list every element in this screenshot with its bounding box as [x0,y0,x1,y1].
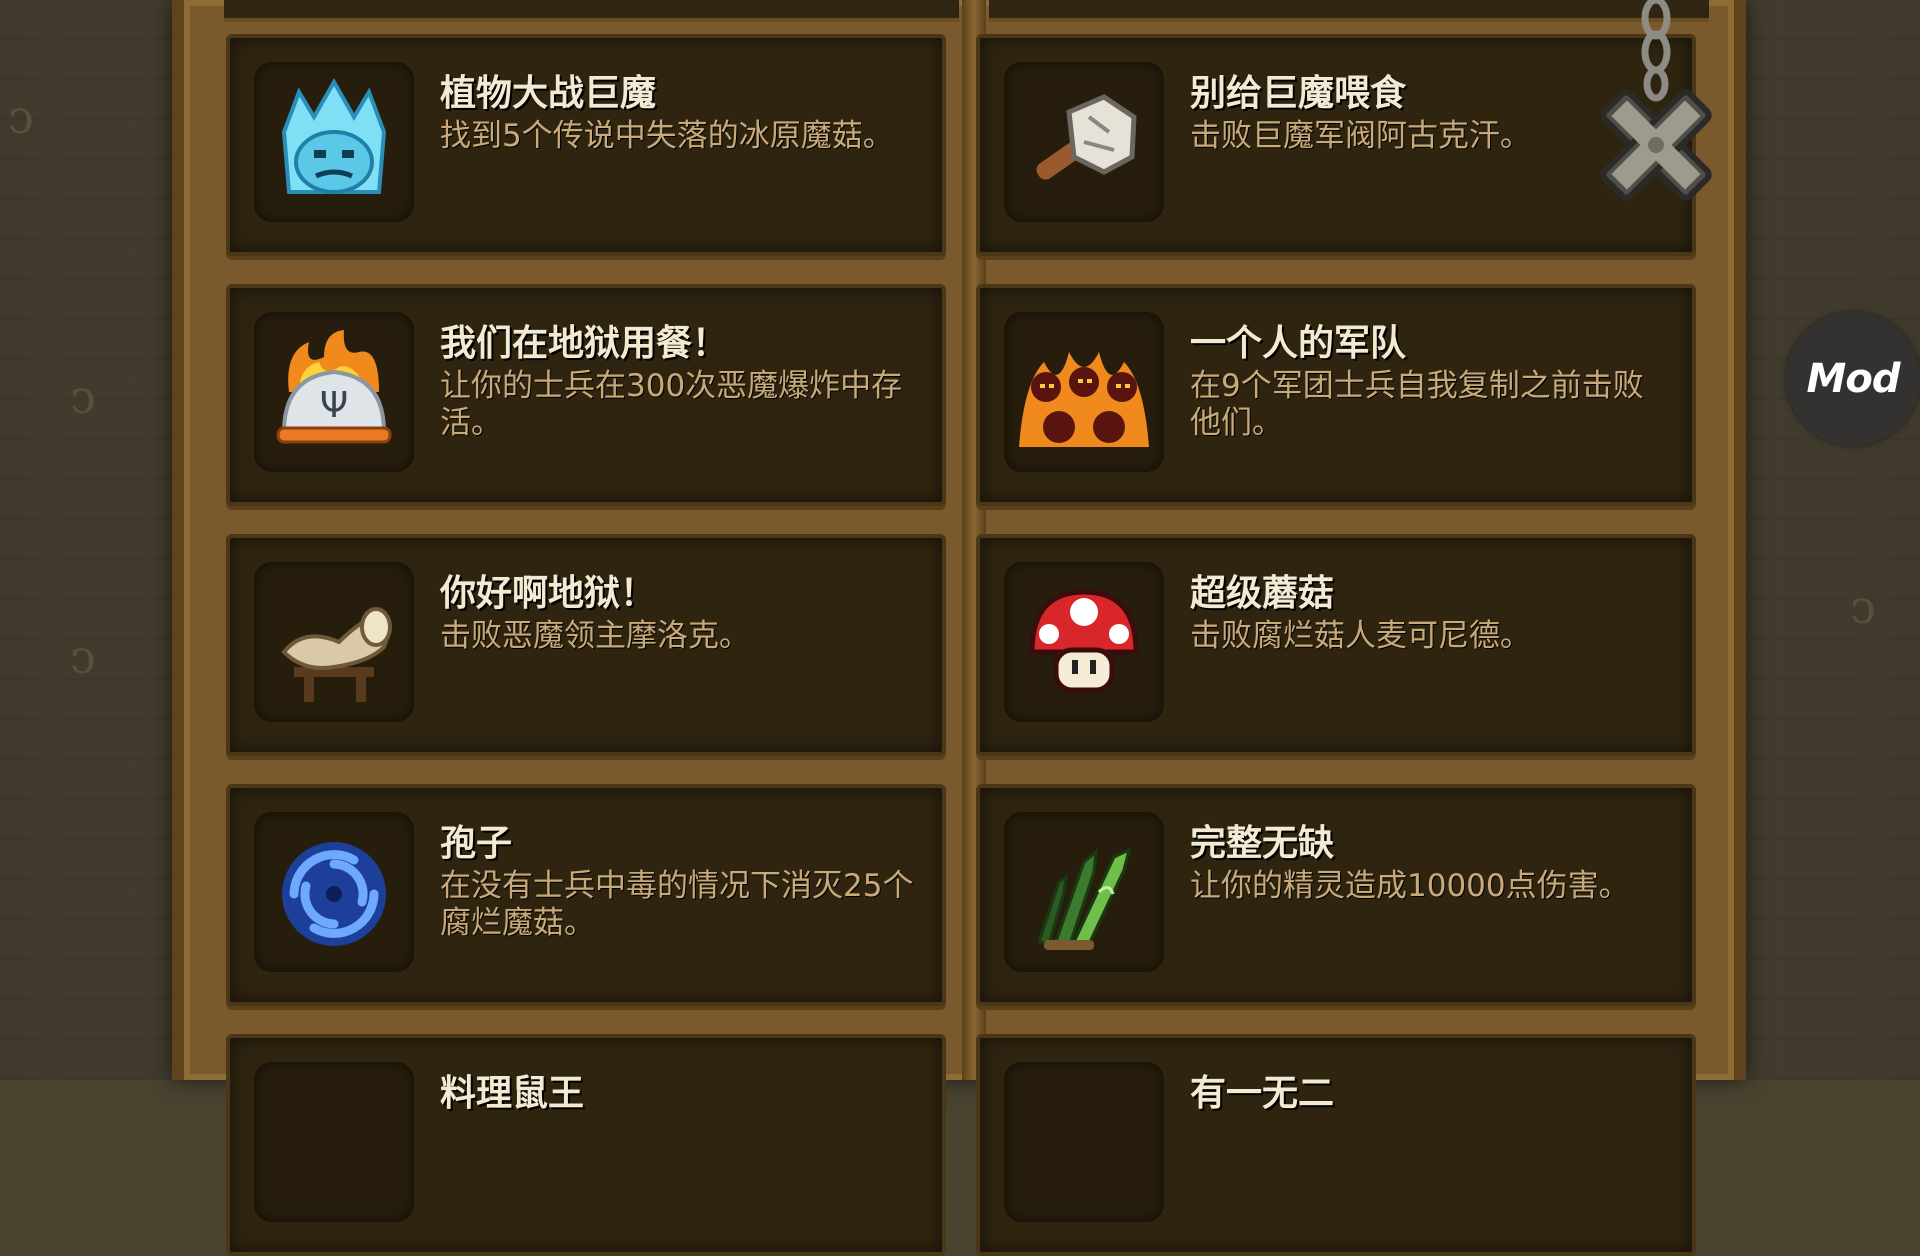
achievement-title: 植物大战巨魔 [440,73,657,114]
achievement-description: 找到5个传说中失落的冰原魔菇。 [440,118,894,154]
achievement-title: 别给巨魔喂食 [1190,73,1407,114]
achievement-card[interactable]: 料理鼠王 [226,1034,946,1256]
svg-text:Ψ: Ψ [320,385,348,426]
background-glyph: ↄ [70,630,96,684]
achievement-card[interactable]: 一个人的军队 在9个军团士兵自我复制之前击败他们。 [976,284,1696,506]
achievement-card[interactable]: 孢子 在没有士兵中毒的情况下消灭25个腐烂魔菇。 [226,784,946,1006]
mod-badge[interactable]: Mod [1786,312,1920,446]
achievement-description: 击败腐烂菇人麦可尼德。 [1190,618,1531,654]
achievement-title: 我们在地狱用餐！ [440,323,729,364]
achievement-title: 孢子 [440,823,513,864]
achievement-title: 料理鼠王 [440,1073,585,1114]
background-glyph: ↄ [8,90,34,144]
ice-golem-icon [254,62,414,222]
achievement-title: 有一无二 [1190,1073,1335,1114]
stone-club-icon [1004,62,1164,222]
achievement-card[interactable]: 完整无缺 让你的精灵造成10000点伤害。 [976,784,1696,1006]
achievement-title: 你好啊地狱！ [440,573,657,614]
blue-spiral-icon [254,812,414,972]
elven-blades-icon [1004,812,1164,972]
partial-icon [1004,1062,1164,1222]
red-mushroom-icon [1004,562,1164,722]
achievement-title: 超级蘑菇 [1190,573,1335,614]
achievement-description: 击败恶魔领主摩洛克。 [440,618,750,654]
achievement-card[interactable]: 你好啊地狱！ 击败恶魔领主摩洛克。 [226,534,946,756]
achievement-card[interactable]: 超级蘑菇 击败腐烂菇人麦可尼德。 [976,534,1696,756]
board-top-edge [224,0,959,22]
close-x-icon [1600,0,1712,201]
background-glyph: ↄ [1850,580,1876,634]
gramophone-horn-icon [254,562,414,722]
partial-icon [254,1062,414,1222]
close-button[interactable] [1578,0,1728,230]
achievement-description: 在9个军团士兵自我复制之前击败他们。 [1190,368,1644,441]
background-glyph: ↄ [70,370,96,424]
achievement-card[interactable]: 植物大战巨魔 找到5个传说中失落的冰原魔菇。 [226,34,946,256]
achievement-description: 让你的精灵造成10000点伤害。 [1190,868,1630,904]
flaming-cloche-icon: Ψ [254,312,414,472]
demon-legion-icon [1004,312,1164,472]
achievement-description: 让你的士兵在300次恶魔爆炸中存活。 [440,368,903,441]
achievement-title: 完整无缺 [1190,823,1335,864]
achievement-card[interactable]: 有一无二 [976,1034,1696,1256]
achievement-card[interactable]: Ψ 我们在地狱用餐！ 让你的士兵在300次恶魔爆炸中存活。 [226,284,946,506]
achievement-title: 一个人的军队 [1190,323,1407,364]
achievement-description: 在没有士兵中毒的情况下消灭25个腐烂魔菇。 [440,868,914,941]
